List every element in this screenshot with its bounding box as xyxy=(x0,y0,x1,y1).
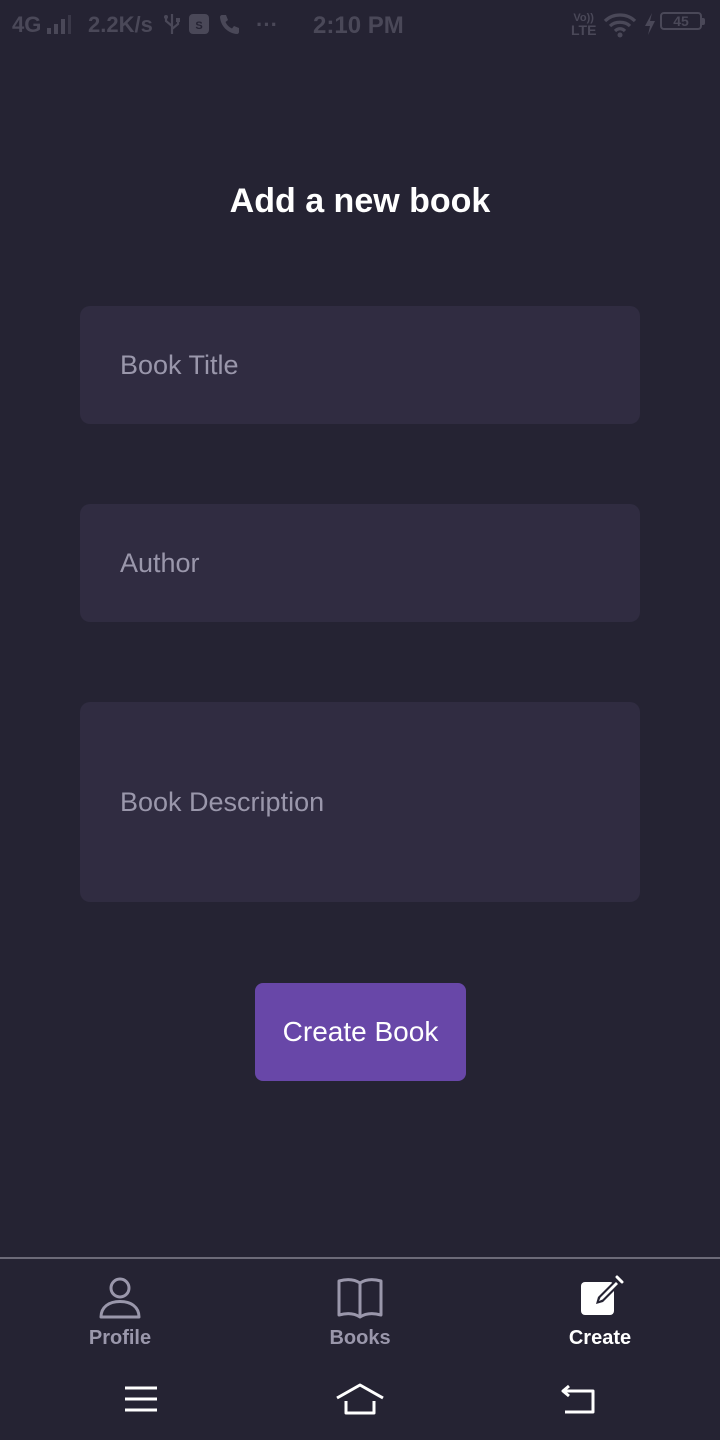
create-book-button[interactable]: Create Book xyxy=(255,983,466,1081)
page-title: Add a new book xyxy=(229,182,491,220)
tab-label: Create xyxy=(568,1327,632,1349)
author-input[interactable] xyxy=(120,547,640,579)
battery-level: 45 xyxy=(673,13,689,29)
person-icon xyxy=(99,1277,141,1319)
tab-create[interactable]: Create xyxy=(520,1273,680,1350)
home-icon[interactable] xyxy=(335,1379,385,1419)
signal-indicator: 4G xyxy=(12,12,73,38)
tab-profile[interactable]: Profile xyxy=(40,1273,200,1350)
book-title-field[interactable] xyxy=(80,306,640,424)
network-speed: 2.2K/s xyxy=(88,12,153,37)
network-type: 4G xyxy=(12,12,42,37)
signal-icon xyxy=(47,15,72,34)
volte-bottom: LTE xyxy=(571,22,597,38)
edit-icon xyxy=(581,1275,624,1315)
battery-indicator: 45 xyxy=(660,12,705,30)
bottom-tab-bar: Profile Books Create xyxy=(0,1257,720,1367)
clock: 2:10 PM xyxy=(313,12,404,39)
call-icon xyxy=(218,12,242,36)
book-description-field[interactable] xyxy=(80,702,640,902)
book-open-icon xyxy=(337,1278,383,1319)
author-field[interactable] xyxy=(80,504,640,622)
more-notifications: ··· xyxy=(256,12,278,37)
tab-label: Books xyxy=(329,1327,391,1349)
tab-books[interactable]: Books xyxy=(280,1273,440,1350)
charging-icon xyxy=(644,12,656,36)
battery-icon: 45 xyxy=(660,12,705,30)
usb-icon xyxy=(163,12,181,36)
svg-text:S: S xyxy=(195,20,202,32)
app-notification-icon: S xyxy=(188,12,210,36)
menu-icon[interactable] xyxy=(116,1379,166,1419)
book-description-input[interactable] xyxy=(120,786,640,818)
status-bar: 4G 2.2K/s S ··· 2:10 PM Vo)) LTE 45 xyxy=(0,0,720,52)
tab-label: Profile xyxy=(88,1327,152,1349)
system-navigation-bar xyxy=(0,1367,720,1440)
volte-indicator: Vo)) LTE xyxy=(571,12,597,38)
back-icon[interactable] xyxy=(554,1379,604,1419)
book-title-input[interactable] xyxy=(120,349,640,381)
wifi-icon xyxy=(603,12,637,38)
